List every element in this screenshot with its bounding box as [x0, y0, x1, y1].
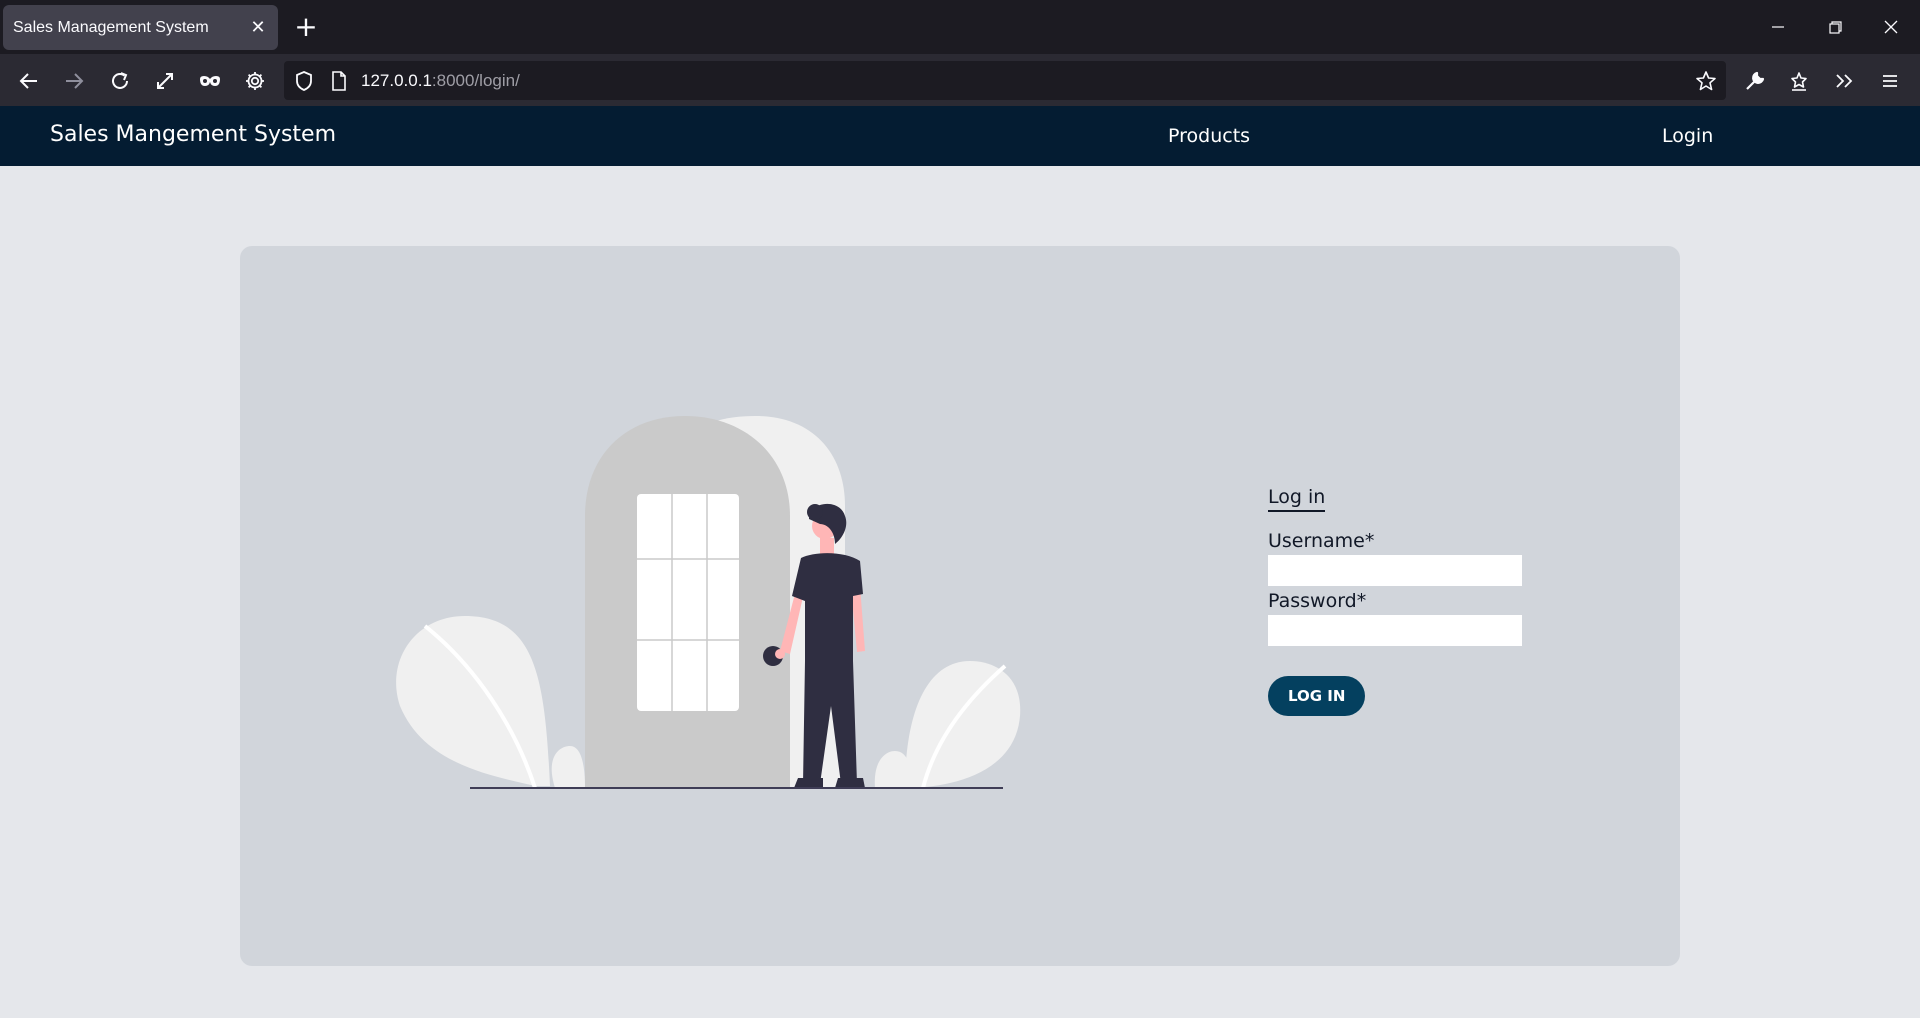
url-bar[interactable]: 127.0.0.1:8000/login/ [284, 61, 1726, 100]
password-input[interactable] [1268, 615, 1522, 646]
shield-icon[interactable] [294, 70, 314, 96]
nav-link-login[interactable]: Login [1662, 125, 1713, 147]
username-label: Username* [1268, 530, 1375, 552]
overflow-icon[interactable] [1829, 66, 1859, 96]
site-brand[interactable]: Sales Mangement System [50, 122, 336, 147]
star-icon[interactable] [1691, 66, 1721, 96]
login-card: Log in Username* Password* LOG IN [240, 246, 1680, 966]
minimize-icon[interactable] [1764, 14, 1792, 40]
restore-icon[interactable] [1821, 14, 1849, 40]
forward-icon[interactable] [59, 66, 89, 96]
gear-icon[interactable] [240, 66, 270, 96]
mask-icon[interactable] [195, 66, 225, 96]
fullscreen-icon[interactable] [150, 66, 180, 96]
back-icon[interactable] [14, 66, 44, 96]
close-window-icon[interactable] [1877, 14, 1905, 40]
browser-tab-bar: Sales Management System ✕ + [0, 0, 1920, 54]
reload-icon[interactable] [105, 66, 135, 96]
url-path: :8000/login/ [431, 71, 520, 90]
login-form: Log in Username* Password* LOG IN [1268, 486, 1528, 716]
password-label: Password* [1268, 590, 1367, 612]
new-tab-button[interactable]: + [292, 11, 320, 43]
site-navbar: Sales Mangement System Products Login [0, 106, 1920, 166]
url-text: 127.0.0.1:8000/login/ [361, 71, 520, 91]
menu-icon[interactable] [1875, 66, 1905, 96]
wrench-icon[interactable] [1740, 66, 1770, 96]
form-title: Log in [1268, 486, 1326, 512]
page-icon [330, 70, 348, 96]
browser-toolbar: 127.0.0.1:8000/login/ [0, 54, 1920, 106]
browser-tab[interactable]: Sales Management System ✕ [3, 5, 278, 50]
nav-link-products[interactable]: Products [1168, 125, 1250, 147]
tab-title: Sales Management System [13, 18, 209, 36]
tab-close-icon[interactable]: ✕ [248, 17, 268, 38]
door-illustration [396, 416, 1021, 789]
url-host: 127.0.0.1 [361, 71, 432, 90]
extensions-icon[interactable] [1784, 66, 1814, 96]
username-input[interactable] [1268, 555, 1522, 586]
login-button[interactable]: LOG IN [1268, 676, 1366, 716]
